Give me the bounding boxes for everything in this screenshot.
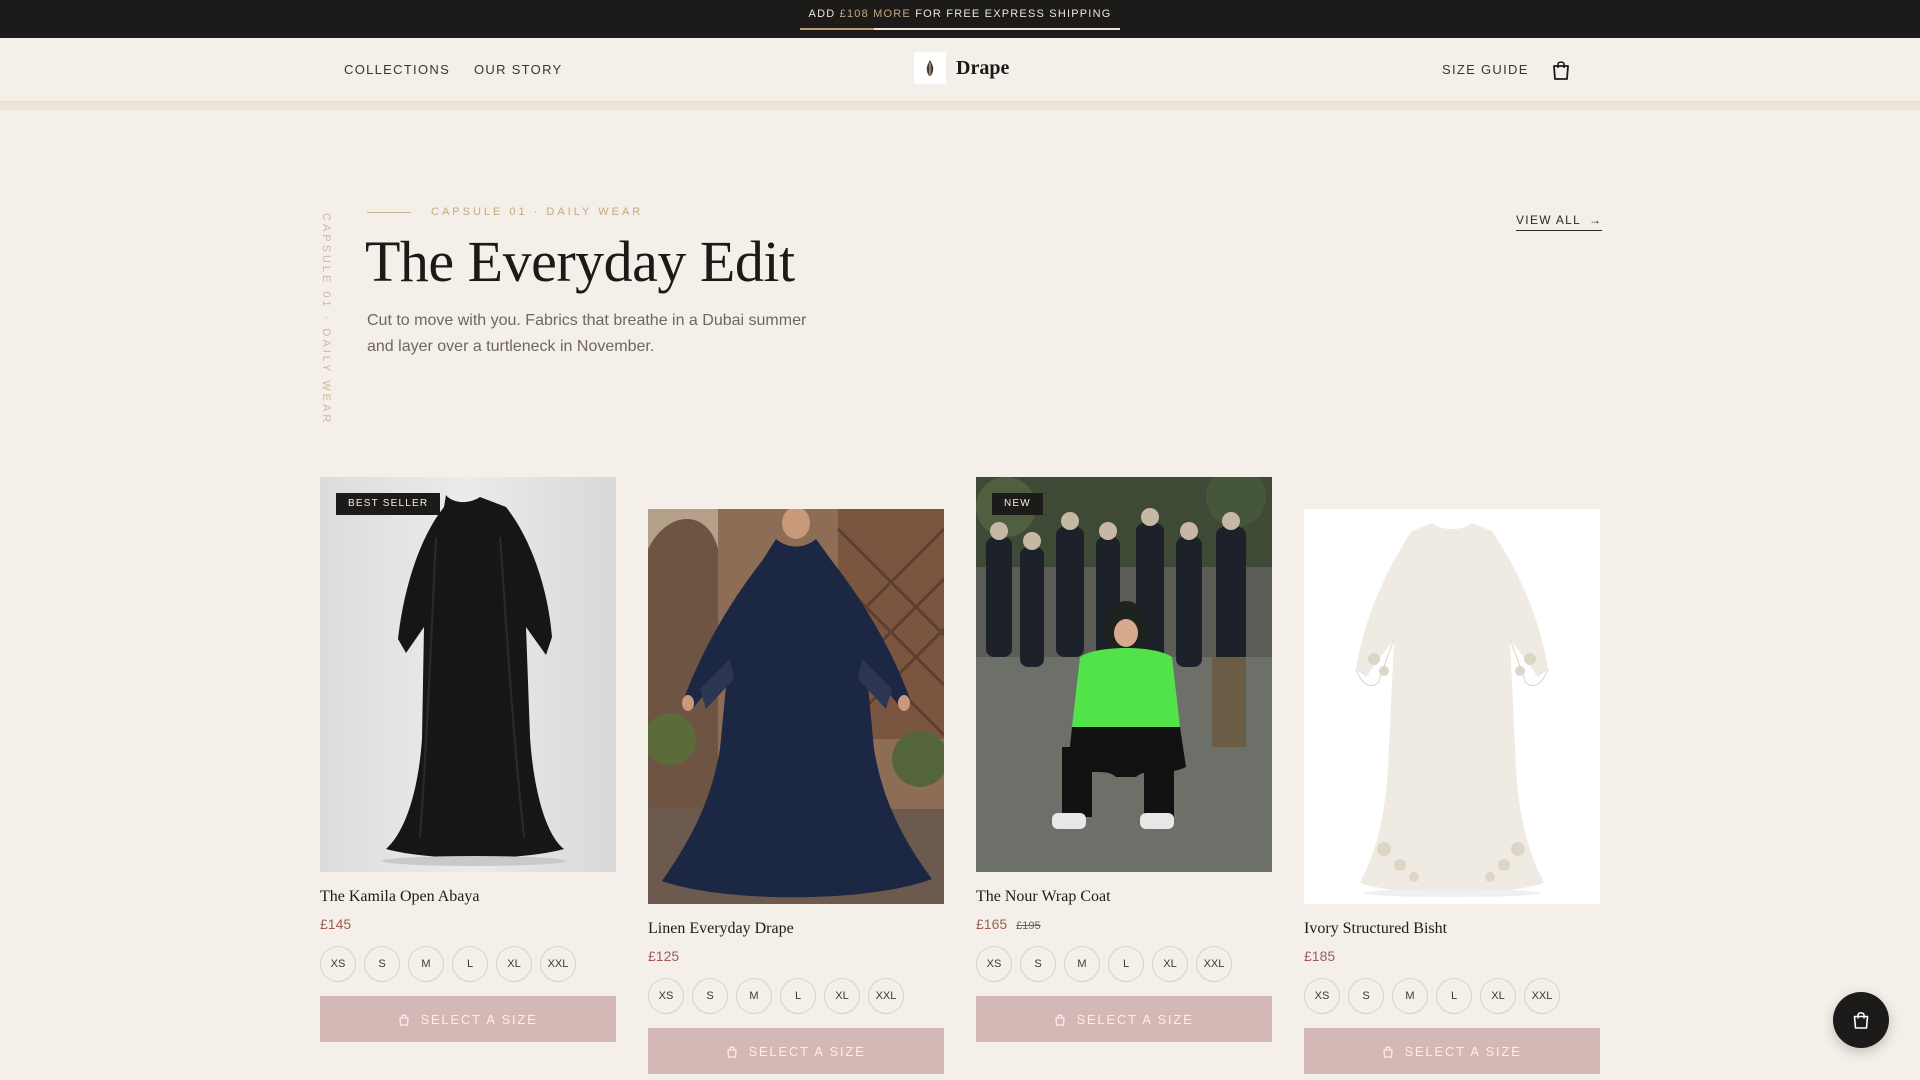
view-all-link[interactable]: VIEW ALL → <box>1516 213 1603 231</box>
eyebrow-rule <box>367 212 411 213</box>
product-name[interactable]: The Kamila Open Abaya <box>320 888 616 906</box>
product-price: £125 <box>648 948 680 964</box>
size-xl-button[interactable]: XL <box>824 978 860 1014</box>
size-m-button[interactable]: M <box>1064 946 1100 982</box>
shipping-progress-fill <box>800 28 874 30</box>
product-name[interactable]: The Nour Wrap Coat <box>976 888 1272 906</box>
size-xs-button[interactable]: XS <box>648 978 684 1014</box>
select-size-label: SELECT A SIZE <box>420 1011 538 1027</box>
page-title: The Everyday Edit <box>365 229 795 294</box>
product-name[interactable]: Linen Everyday Drape <box>648 920 944 938</box>
nav-collections[interactable]: COLLECTIONS <box>344 62 450 77</box>
size-xxl-button[interactable]: XXL <box>1196 946 1232 982</box>
size-s-button[interactable]: S <box>1020 946 1056 982</box>
product-price: £145 <box>320 916 352 932</box>
size-s-button[interactable]: S <box>1348 978 1384 1014</box>
size-xl-button[interactable]: XL <box>1152 946 1188 982</box>
select-size-button[interactable]: SELECT A SIZE <box>1304 1028 1600 1074</box>
size-l-button[interactable]: L <box>452 946 488 982</box>
shipping-suffix: FOR FREE EXPRESS SHIPPING <box>910 8 1112 20</box>
size-xxl-button[interactable]: XXL <box>868 978 904 1014</box>
arrow-right-icon: → <box>1589 213 1603 227</box>
shipping-prefix: ADD <box>808 8 840 20</box>
product-name[interactable]: Ivory Structured Bisht <box>1304 920 1600 938</box>
nav-our-story[interactable]: OUR STORY <box>474 62 563 77</box>
header-divider <box>0 102 1920 110</box>
shopping-bag-icon <box>1853 1012 1869 1029</box>
size-s-button[interactable]: S <box>692 978 728 1014</box>
brand-name: Drape <box>956 56 1010 79</box>
size-xxl-button[interactable]: XXL <box>540 946 576 982</box>
shipping-progress-bar <box>800 28 1120 30</box>
size-xs-button[interactable]: XS <box>976 946 1012 982</box>
product-image-ivory-bisht[interactable] <box>1304 509 1600 904</box>
select-size-label: SELECT A SIZE <box>1076 1011 1194 1027</box>
size-m-button[interactable]: M <box>408 946 444 982</box>
product-card[interactable]: Ivory Structured Bisht £185 XS S M L XL … <box>1304 509 1600 1074</box>
product-card[interactable]: BEST SELLER The Kamila Open Abaya £145 X… <box>320 477 616 1042</box>
size-xl-button[interactable]: XL <box>1480 978 1516 1014</box>
size-options: XS S M L XL XXL <box>976 946 1272 982</box>
product-badge: NEW <box>992 493 1043 515</box>
product-price-row: £125 <box>648 948 944 964</box>
size-xs-button[interactable]: XS <box>1304 978 1340 1014</box>
product-price: £165 <box>976 916 1008 932</box>
select-size-button[interactable]: SELECT A SIZE <box>648 1028 944 1074</box>
size-m-button[interactable]: M <box>1392 978 1428 1014</box>
product-image-street-photo[interactable]: NEW <box>976 477 1272 872</box>
size-s-button[interactable]: S <box>364 946 400 982</box>
product-image-navy-drape[interactable] <box>648 509 944 904</box>
announcement-bar: ADD £108 MORE FOR FREE EXPRESS SHIPPING <box>0 0 1920 38</box>
floating-cart-button[interactable] <box>1833 992 1889 1048</box>
size-l-button[interactable]: L <box>1436 978 1472 1014</box>
collection-description: Cut to move with you. Fabrics that breat… <box>367 312 807 355</box>
product-card[interactable]: Linen Everyday Drape £125 XS S M L XL XX… <box>648 509 944 1074</box>
original-price: £195 <box>1016 920 1041 932</box>
product-badge: BEST SELLER <box>336 493 441 515</box>
size-options: XS S M L XL XXL <box>1304 978 1600 1014</box>
vertical-capsule-label: CAPSULE 01 · DAILY WEAR <box>320 213 332 426</box>
size-m-button[interactable]: M <box>736 978 772 1014</box>
select-size-button[interactable]: SELECT A SIZE <box>976 996 1272 1042</box>
size-xl-button[interactable]: XL <box>496 946 532 982</box>
free-shipping-message: ADD £108 MORE FOR FREE EXPRESS SHIPPING <box>800 0 1120 29</box>
select-size-label: SELECT A SIZE <box>1404 1043 1522 1059</box>
site-header: COLLECTIONS OUR STORY Drape SIZE GUIDE <box>0 38 1920 102</box>
product-image-black-abaya[interactable]: BEST SELLER <box>320 477 616 872</box>
bag-small-icon <box>1382 1045 1394 1058</box>
select-size-label: SELECT A SIZE <box>748 1043 866 1059</box>
shopping-bag-icon[interactable] <box>1550 59 1572 81</box>
bag-small-icon <box>726 1045 738 1058</box>
nav-size-guide[interactable]: SIZE GUIDE <box>1442 62 1529 77</box>
size-l-button[interactable]: L <box>780 978 816 1014</box>
product-price-row: £165 £195 <box>976 916 1272 932</box>
size-xs-button[interactable]: XS <box>320 946 356 982</box>
size-options: XS S M L XL XXL <box>320 946 616 982</box>
select-size-button[interactable]: SELECT A SIZE <box>320 996 616 1042</box>
size-options: XS S M L XL XXL <box>648 978 944 1014</box>
view-all-label: VIEW ALL <box>1516 213 1582 227</box>
product-card[interactable]: NEW The Nour Wrap Coat £165 £195 XS S M L… <box>976 477 1272 1042</box>
capsule-eyebrow: CAPSULE 01 · DAILY WEAR <box>431 206 644 218</box>
logo-icon <box>914 52 946 84</box>
size-l-button[interactable]: L <box>1108 946 1144 982</box>
product-price: £185 <box>1304 948 1336 964</box>
product-price-row: £185 <box>1304 948 1600 964</box>
brand-logo[interactable]: Drape <box>914 52 1009 84</box>
size-xxl-button[interactable]: XXL <box>1524 978 1560 1014</box>
shipping-amount: £108 MORE <box>839 8 911 20</box>
bag-small-icon <box>1054 1013 1066 1026</box>
bag-small-icon <box>398 1013 410 1026</box>
product-price-row: £145 <box>320 916 616 932</box>
